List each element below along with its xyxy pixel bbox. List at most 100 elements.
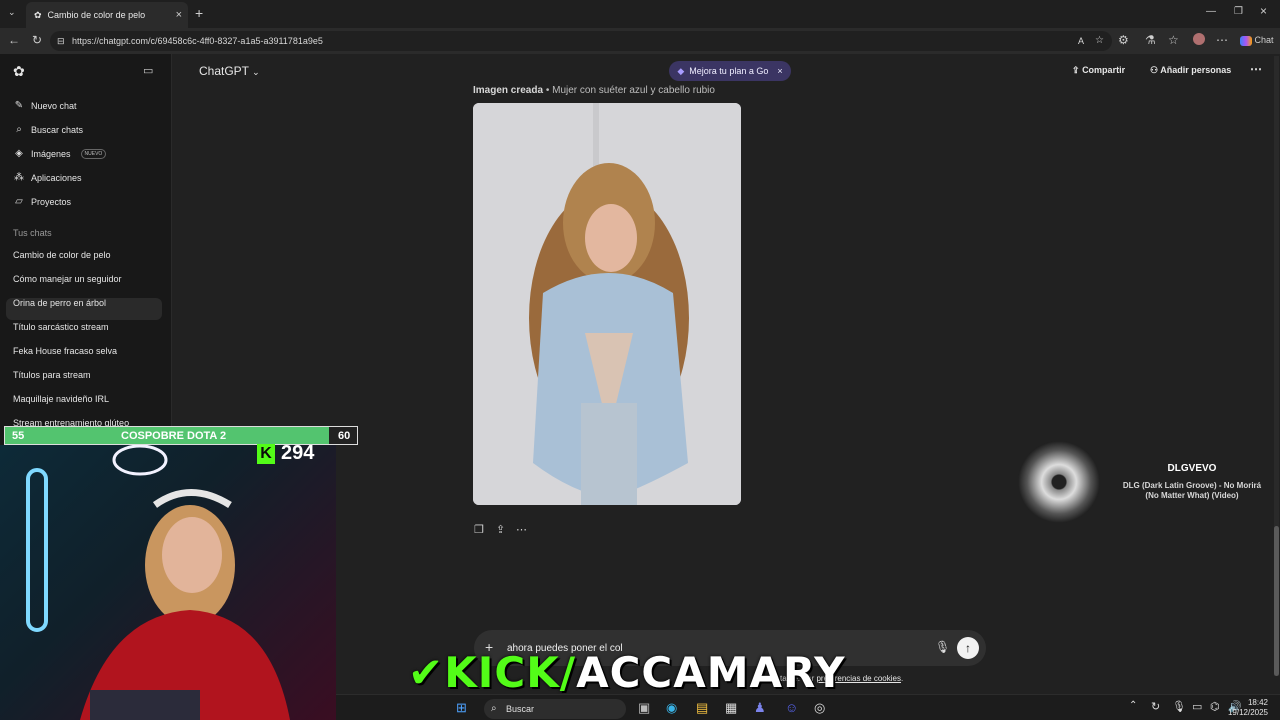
clock[interactable]: 18:42 19/12/2025 — [1228, 698, 1268, 718]
chat-item[interactable]: Título sarcástico stream — [13, 322, 109, 332]
chat-item[interactable]: Cómo manejar un seguidor — [13, 274, 122, 284]
add-people-button[interactable]: ⚇ Añadir personas — [1150, 65, 1231, 76]
openai-favicon-icon: ✿ — [34, 9, 42, 20]
browser-toolbar: ← ↻ ⊟ https://chatgpt.com/c/69458c6c-4ff… — [0, 28, 1280, 54]
display-icon[interactable]: ▭ — [1192, 700, 1202, 713]
diamond-icon: ◆ — [677, 65, 685, 76]
windows-start-icon[interactable]: ⊞ — [456, 700, 467, 716]
model-name: ChatGPT — [199, 64, 249, 78]
sidebar-item-search-chats[interactable]: ⌕ Buscar chats — [13, 124, 83, 135]
caption-description: • Mujer con suéter azul y cabello rubio — [545, 85, 715, 96]
goal-target: 60 — [338, 430, 351, 442]
channel-name: ACCAMARY — [576, 648, 846, 697]
maximize-icon[interactable]: ❐ — [1234, 6, 1243, 17]
arrow-up-icon: ↑ — [965, 641, 971, 655]
browser-tab[interactable]: ✿ Cambio de color de pelo × — [26, 2, 188, 28]
caption-title: Imagen creada — [473, 85, 544, 96]
store-icon[interactable]: ▦ — [725, 700, 737, 716]
footer-suffix: . — [900, 674, 904, 683]
chat-item[interactable]: Orina de perro en árbol — [13, 298, 106, 308]
chevron-down-icon: ⌄ — [252, 67, 260, 77]
new-tab-icon[interactable]: + — [195, 5, 203, 21]
share-icon[interactable]: ⇪ — [496, 523, 505, 536]
sync-icon[interactable]: ↻ — [1151, 700, 1160, 713]
share-icon: ⇪ — [1072, 65, 1080, 75]
upgrade-pill-button[interactable]: ◆ Mejora tu plan a Go × — [669, 61, 791, 81]
task-view-icon[interactable]: ▣ — [638, 700, 650, 716]
section-label: Tus chats — [13, 228, 52, 238]
site-info-icon[interactable]: ⊟ — [57, 31, 65, 51]
generated-image[interactable] — [473, 103, 741, 505]
more-options-icon[interactable]: ⋯ — [1250, 62, 1262, 76]
tab-list-icon[interactable]: ⌄ — [8, 7, 16, 18]
send-button[interactable]: ↑ — [957, 637, 979, 659]
window-close-icon[interactable]: × — [1260, 4, 1267, 18]
openai-logo-icon[interactable]: ✿ — [13, 63, 25, 80]
file-explorer-icon[interactable]: ▤ — [696, 700, 708, 716]
profile-avatar[interactable] — [1193, 33, 1205, 45]
extensions-icon[interactable]: ⚙ — [1118, 33, 1129, 47]
sidebar-item-label: Aplicaciones — [31, 172, 82, 183]
more-menu-icon[interactable]: ⋯ — [1216, 33, 1228, 47]
sidebar-item-images[interactable]: ◈ Imágenes NUEVO — [13, 148, 107, 159]
upgrade-label: Mejora tu plan a Go — [689, 66, 769, 76]
clock-time: 18:42 — [1247, 698, 1268, 707]
kick-channel-banner: ✔KICK/ACCAMARY — [408, 650, 846, 696]
album-art — [1018, 441, 1100, 523]
taskbar: ⊞ ⌕ Buscar ▣ ◉ ▤ ▦ ♟ ☺ ◎ ⌃ ↻ 🎙 ▭ ⌬ 🔊 18:… — [336, 694, 1280, 720]
sidebar-item-label: Nuevo chat — [31, 100, 77, 111]
refresh-icon[interactable]: ↻ — [32, 33, 42, 47]
viewer-count: K 294 — [257, 442, 314, 465]
webcam-picture — [26, 445, 290, 720]
minimize-icon[interactable]: — — [1206, 6, 1216, 17]
favorite-star-icon[interactable]: ☆ — [1095, 31, 1104, 51]
sidebar-item-projects[interactable]: ▱ Proyectos — [13, 196, 71, 207]
goal-label: COSPOBRE DOTA 2 — [121, 430, 227, 442]
back-icon[interactable]: ← — [8, 33, 20, 47]
tray-chevron-icon[interactable]: ⌃ — [1129, 700, 1137, 711]
tab-close-icon[interactable]: × — [176, 9, 182, 21]
url-text: https://chatgpt.com/c/69458c6c-4ff0-8327… — [72, 36, 323, 46]
edge-icon[interactable]: ◉ — [666, 700, 677, 716]
kick-text: KICK/ — [444, 648, 577, 697]
chat-item[interactable]: Títulos para stream — [13, 370, 91, 380]
read-aloud-icon[interactable]: A — [1078, 31, 1084, 51]
chat-label: Chat — [1254, 35, 1274, 45]
discord-icon[interactable]: ☺ — [785, 700, 798, 715]
taskbar-search[interactable]: ⌕ Buscar — [484, 699, 626, 719]
share-button[interactable]: ⇪ Compartir — [1072, 65, 1125, 76]
microphone-icon[interactable]: 🎙 — [935, 640, 950, 654]
share-label: Compartir — [1082, 65, 1126, 75]
scrollbar[interactable] — [1274, 56, 1279, 676]
url-field[interactable]: ⊟ https://chatgpt.com/c/69458c6c-4ff0-83… — [50, 31, 1112, 51]
browser-tab-bar: ⌄ ✿ Cambio de color de pelo × + — ❐ × — [0, 0, 1280, 28]
sidebar-item-label: Imágenes — [31, 148, 71, 159]
mic-tray-icon[interactable]: 🎙 — [1172, 700, 1186, 713]
chat-item[interactable]: Feka House fracaso selva — [13, 346, 117, 356]
favorites-icon[interactable]: ☆ — [1168, 33, 1179, 47]
more-icon[interactable]: ⋯ — [516, 523, 527, 536]
copilot-chat-button[interactable]: Chat — [1240, 35, 1274, 46]
apps-icon: ⁂ — [14, 172, 24, 183]
generated-image-picture — [473, 103, 741, 505]
music-title: DLG (Dark Latin Groove) - No Morirá (No … — [1122, 481, 1262, 500]
images-icon: ◈ — [15, 148, 23, 159]
teams-icon[interactable]: ♟ — [754, 700, 766, 716]
chat-item[interactable]: Maquillaje navideño IRL — [13, 394, 109, 404]
copy-icon[interactable]: ❐ — [474, 523, 484, 536]
sidebar-item-new-chat[interactable]: ✎ Nuevo chat — [13, 100, 77, 111]
clock-date: 19/12/2025 — [1227, 708, 1268, 717]
new-badge: NUEVO — [80, 148, 107, 159]
scrollbar-thumb[interactable] — [1274, 526, 1279, 676]
tab-title: Cambio de color de pelo — [47, 10, 146, 20]
chat-item[interactable]: Cambio de color de pelo — [13, 250, 111, 260]
obs-icon[interactable]: ◎ — [814, 700, 825, 716]
sidebar-item-apps[interactable]: ⁂ Aplicaciones — [13, 172, 82, 183]
model-selector[interactable]: ChatGPT ⌄ — [199, 64, 260, 78]
viewer-number: 294 — [281, 442, 315, 464]
browser-essentials-icon[interactable]: ⚗ — [1145, 33, 1156, 47]
sidebar-item-label: Proyectos — [31, 196, 72, 207]
close-icon[interactable]: × — [777, 66, 782, 76]
sidebar-toggle-icon[interactable]: ▭ — [143, 64, 153, 77]
network-icon[interactable]: ⌬ — [1210, 700, 1220, 713]
